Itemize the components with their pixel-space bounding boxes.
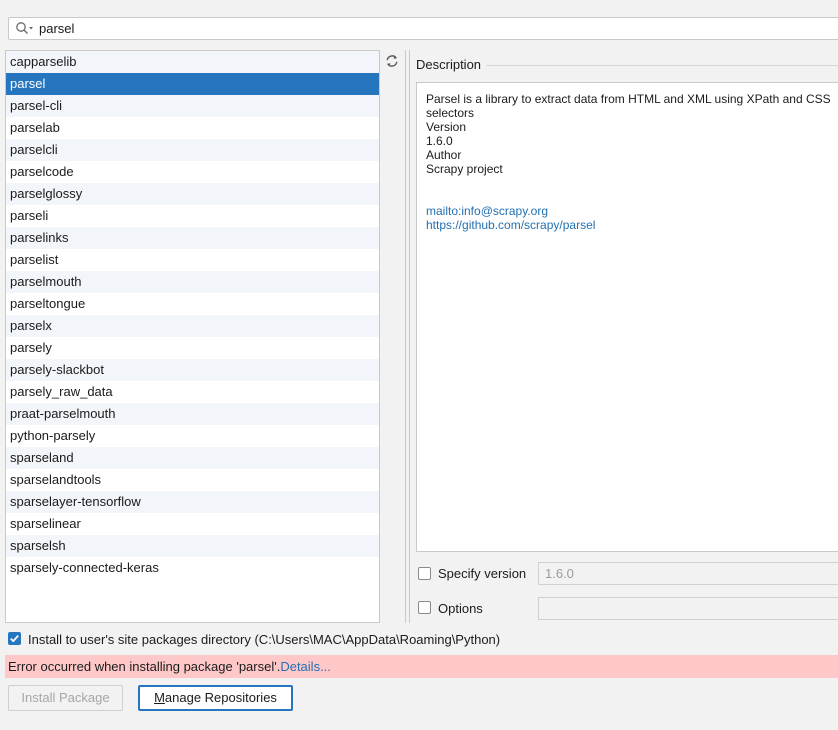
manage-repositories-mnemonic: M bbox=[154, 690, 165, 705]
list-item[interactable]: parselglossy bbox=[6, 183, 379, 205]
error-message: Error occurred when installing package '… bbox=[8, 659, 281, 674]
refresh-button[interactable] bbox=[383, 53, 401, 71]
list-item[interactable]: parselab bbox=[6, 117, 379, 139]
options-checkbox[interactable] bbox=[418, 601, 431, 614]
list-item[interactable]: capparselib bbox=[6, 51, 379, 73]
list-item[interactable]: parseltongue bbox=[6, 293, 379, 315]
specify-version-label: Specify version bbox=[438, 566, 527, 581]
package-list[interactable]: capparselib parsel parsel-cli parselab parse… bbox=[5, 50, 380, 623]
list-item[interactable]: parsely_raw_data bbox=[6, 381, 379, 403]
list-item[interactable]: sparselayer-tensorflow bbox=[6, 491, 379, 513]
search-input[interactable] bbox=[39, 18, 838, 39]
install-package-button[interactable]: Install Package bbox=[8, 685, 123, 711]
list-item[interactable]: parsely-slackbot bbox=[6, 359, 379, 381]
mailto-link[interactable]: mailto:info@scrapy.org bbox=[426, 204, 838, 218]
list-item[interactable]: sparselinear bbox=[6, 513, 379, 535]
author-label: Author bbox=[426, 148, 462, 162]
list-item[interactable]: parseli bbox=[6, 205, 379, 227]
list-item[interactable]: parselx bbox=[6, 315, 379, 337]
list-item[interactable]: parselist bbox=[6, 249, 379, 271]
description-divider bbox=[486, 65, 838, 66]
author-value: Scrapy project bbox=[426, 162, 503, 176]
list-item[interactable]: parselcode bbox=[6, 161, 379, 183]
list-item[interactable]: praat-parselmouth bbox=[6, 403, 379, 425]
checkmark-icon bbox=[10, 635, 19, 643]
list-item[interactable]: parsel-cli bbox=[6, 95, 379, 117]
description-summary-line2: selectors bbox=[426, 106, 475, 120]
list-item[interactable]: parselinks bbox=[6, 227, 379, 249]
manage-repositories-button[interactable]: Manage Repositories bbox=[138, 685, 293, 711]
options-label: Options bbox=[438, 601, 483, 616]
list-item[interactable]: python-parsely bbox=[6, 425, 379, 447]
list-item[interactable]: parsel bbox=[6, 73, 379, 95]
description-panel: Parsel is a library to extract data from… bbox=[416, 82, 838, 552]
description-title: Description bbox=[416, 57, 482, 72]
list-item[interactable]: parselmouth bbox=[6, 271, 379, 293]
homepage-link[interactable]: https://github.com/scrapy/parsel bbox=[426, 218, 838, 232]
version-value: 1.6.0 bbox=[426, 134, 453, 148]
search-icon bbox=[15, 21, 35, 39]
version-label: Version bbox=[426, 120, 467, 134]
list-item[interactable]: sparseland bbox=[6, 447, 379, 469]
list-item[interactable]: sparselsh bbox=[6, 535, 379, 557]
list-item[interactable]: parselcli bbox=[6, 139, 379, 161]
description-summary-line1: Parsel is a library to extract data from… bbox=[426, 92, 831, 106]
install-to-user-label: Install to user's site packages director… bbox=[28, 632, 501, 647]
list-item[interactable]: sparsely-connected-keras bbox=[6, 557, 379, 579]
list-item[interactable]: parsely bbox=[6, 337, 379, 359]
list-item[interactable]: sparselandtools bbox=[6, 469, 379, 491]
version-select[interactable]: 1.6.0 bbox=[538, 562, 838, 585]
search-field[interactable] bbox=[8, 17, 838, 40]
install-to-user-checkbox[interactable] bbox=[8, 632, 21, 645]
panel-splitter[interactable] bbox=[404, 50, 411, 623]
options-input[interactable] bbox=[538, 597, 838, 620]
specify-version-checkbox[interactable] bbox=[418, 567, 431, 580]
error-details-link[interactable]: Details... bbox=[280, 659, 331, 674]
error-bar: Error occurred when installing package '… bbox=[5, 655, 838, 678]
manage-repositories-label: anage Repositories bbox=[164, 690, 277, 705]
refresh-icon bbox=[385, 54, 399, 71]
